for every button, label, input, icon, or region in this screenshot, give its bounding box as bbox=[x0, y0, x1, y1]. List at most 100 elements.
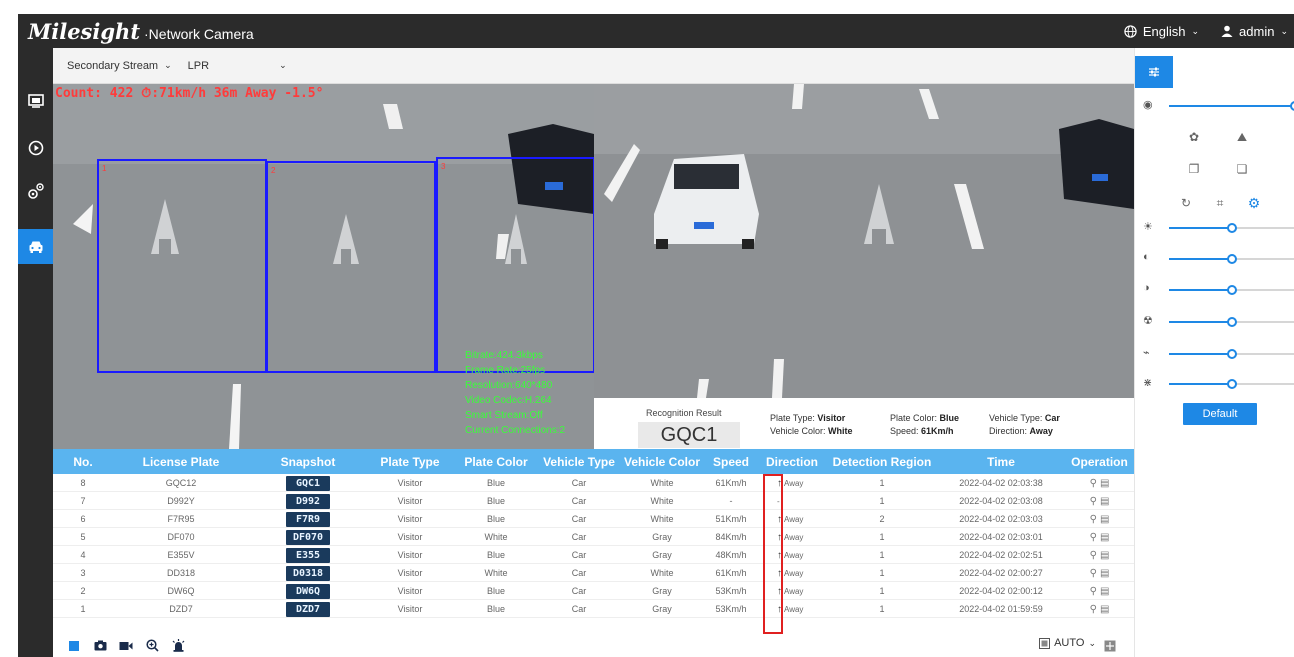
table-row[interactable]: 8 GQC12 GQC1 Visitor Blue Car White 61Km/h ↑ Away… bbox=[53, 474, 1134, 492]
col-license-plate[interactable]: License Plate bbox=[113, 449, 249, 474]
snapshot-thumbnail[interactable]: DZD7 bbox=[286, 601, 330, 617]
snapshot-thumbnail[interactable]: F7R9 bbox=[286, 511, 330, 527]
col-speed[interactable]: Speed bbox=[705, 449, 757, 474]
slider-track[interactable] bbox=[1169, 349, 1294, 359]
col-vehicle-type[interactable]: Vehicle Type bbox=[539, 449, 619, 474]
logo-product: ·Network Camera bbox=[144, 25, 254, 42]
snapshot-thumbnail[interactable]: GQC1 bbox=[286, 475, 330, 491]
col-detection-region[interactable]: Detection Region bbox=[827, 449, 937, 474]
slider-track[interactable] bbox=[1169, 285, 1294, 295]
col-plate-color[interactable]: Plate Color bbox=[453, 449, 539, 474]
slider-knob[interactable] bbox=[1227, 349, 1237, 359]
search-icon[interactable]: ⚲ bbox=[1090, 532, 1097, 543]
language-menu[interactable]: English ⌄ bbox=[1124, 24, 1199, 39]
stream-select[interactable]: Secondary Stream ⌄ bbox=[67, 60, 172, 72]
snapshot-button[interactable] bbox=[87, 640, 113, 651]
slider-knob[interactable] bbox=[1227, 317, 1237, 327]
focus-near-button[interactable]: ✿ bbox=[1183, 126, 1205, 148]
search-icon[interactable]: ⚲ bbox=[1090, 550, 1097, 561]
slider-track[interactable] bbox=[1169, 223, 1294, 233]
snapshot-video-right[interactable] bbox=[594, 84, 1134, 398]
zoom-out-button[interactable]: ❐ bbox=[1183, 158, 1205, 180]
table-row[interactable]: 3 DD318 D0318 Visitor White Car White 61Km/h ↑ Aw… bbox=[53, 564, 1134, 582]
focus-far-button[interactable]: ⛰ bbox=[1231, 126, 1253, 148]
snapshot-thumbnail[interactable]: DF070 bbox=[286, 529, 330, 545]
table-row[interactable]: 6 F7R95 F7R9 Visitor Blue Car White 51Km/h ↑ Away… bbox=[53, 510, 1134, 528]
search-icon[interactable]: ⚲ bbox=[1090, 478, 1097, 489]
info-line: Video Codec:H.264 bbox=[465, 395, 552, 406]
fit-screen-icon bbox=[1039, 637, 1051, 649]
search-icon[interactable]: ⚲ bbox=[1090, 568, 1097, 579]
snapshot-thumbnail[interactable]: D992 bbox=[286, 493, 330, 509]
saturation-slider[interactable]: ◑ bbox=[1141, 282, 1294, 298]
col-plate-type[interactable]: Plate Type bbox=[367, 449, 453, 474]
snapshot-thumbnail[interactable]: E355 bbox=[286, 547, 330, 563]
search-icon[interactable]: ⚲ bbox=[1090, 514, 1097, 525]
nav-playback[interactable] bbox=[18, 130, 53, 165]
noise-reduction-slider[interactable]: ⌁ bbox=[1141, 346, 1294, 362]
snapshot-thumbnail[interactable]: D0318 bbox=[286, 565, 330, 581]
slider-knob[interactable] bbox=[1290, 101, 1294, 111]
vtype-cell: Car bbox=[571, 496, 587, 506]
detail-icon[interactable]: ▤ bbox=[1100, 550, 1109, 561]
zoom-in-button[interactable]: ❏ bbox=[1231, 158, 1253, 180]
table-row[interactable]: 7 D992Y D992 Visitor Blue Car White - -1 2022-04-… bbox=[53, 492, 1134, 510]
fullscreen-button[interactable] bbox=[1104, 639, 1116, 652]
slider-knob[interactable] bbox=[1227, 379, 1237, 389]
window-size-select[interactable]: AUTO ⌄ bbox=[1039, 637, 1096, 649]
snapshot-thumbnail[interactable]: DW6Q bbox=[286, 583, 330, 599]
speed-value: 61Km/h bbox=[921, 426, 954, 436]
nav-live-view[interactable] bbox=[18, 83, 53, 118]
search-icon[interactable]: ⚲ bbox=[1090, 586, 1097, 597]
slider-track[interactable] bbox=[1169, 379, 1294, 389]
zoom-slider[interactable]: ◉ bbox=[1141, 98, 1294, 114]
brightness-slider[interactable]: ☀ bbox=[1141, 220, 1294, 236]
col-vehicle-color[interactable]: Vehicle Color bbox=[619, 449, 705, 474]
slider-track[interactable] bbox=[1169, 317, 1294, 327]
slider-track[interactable] bbox=[1169, 101, 1294, 111]
vcolor-cell: White bbox=[650, 514, 674, 524]
detail-icon[interactable]: ▤ bbox=[1100, 586, 1109, 597]
default-button[interactable]: Default bbox=[1183, 403, 1257, 425]
sharpness-slider[interactable]: ☢ bbox=[1141, 314, 1294, 330]
mode-select[interactable]: LPR ⌄ bbox=[188, 60, 287, 72]
slider-knob[interactable] bbox=[1227, 285, 1237, 295]
live-video-left[interactable]: Count: 422 ⏱:71km/h 36m Away -1.5° 1 2 3… bbox=[53, 84, 594, 449]
detail-icon[interactable]: ▤ bbox=[1100, 496, 1109, 507]
one-push-focus-button[interactable]: ⌗ bbox=[1209, 192, 1231, 214]
col-operation[interactable]: Operation bbox=[1065, 449, 1134, 474]
operation-cell: ⚲ ▤ bbox=[1065, 474, 1134, 492]
detail-icon[interactable]: ▤ bbox=[1100, 604, 1109, 615]
contrast-slider[interactable]: ◐ bbox=[1141, 251, 1294, 267]
detail-icon[interactable]: ▤ bbox=[1100, 568, 1109, 579]
slider-knob[interactable] bbox=[1227, 254, 1237, 264]
vehicle-type-value: Car bbox=[1044, 413, 1060, 423]
plate-color-value: Blue bbox=[939, 413, 960, 423]
auto-focus-button[interactable]: ⚙ bbox=[1243, 192, 1265, 214]
stop-button[interactable] bbox=[61, 640, 87, 651]
table-row[interactable]: 5 DF070 DF070 Visitor White Car Gray 84Km/h ↑ Awa… bbox=[53, 528, 1134, 546]
col-snapshot[interactable]: Snapshot bbox=[249, 449, 367, 474]
detail-icon[interactable]: ▤ bbox=[1100, 478, 1109, 489]
table-row[interactable]: 4 E355V E355 Visitor Blue Car Gray 48Km/h ↑ Away 1… bbox=[53, 546, 1134, 564]
nav-vehicle[interactable] bbox=[18, 229, 53, 264]
search-icon[interactable]: ⚲ bbox=[1090, 496, 1097, 507]
slider-knob[interactable] bbox=[1227, 223, 1237, 233]
refresh-button[interactable]: ↻ bbox=[1175, 192, 1197, 214]
col-direction[interactable]: Direction bbox=[757, 449, 827, 474]
search-icon[interactable]: ⚲ bbox=[1090, 604, 1097, 615]
table-row[interactable]: 1 DZD7 DZD7 Visitor Blue Car Gray 53Km/h ↑ Away 1 2… bbox=[53, 600, 1134, 618]
alarm-button[interactable] bbox=[165, 639, 191, 652]
col-no[interactable]: No. bbox=[53, 449, 113, 474]
detail-icon[interactable]: ▤ bbox=[1100, 532, 1109, 543]
slider-track[interactable] bbox=[1169, 254, 1294, 264]
user-menu[interactable]: admin ⌄ bbox=[1221, 24, 1288, 39]
table-row[interactable]: 2 DW6Q DW6Q Visitor Blue Car Gray 53Km/h ↑ Away 1 2… bbox=[53, 582, 1134, 600]
wdr-slider[interactable]: ⋇ bbox=[1141, 376, 1294, 392]
nav-settings[interactable] bbox=[18, 173, 53, 208]
digital-zoom-button[interactable] bbox=[139, 639, 165, 652]
detail-icon[interactable]: ▤ bbox=[1100, 514, 1109, 525]
record-button[interactable] bbox=[113, 641, 139, 651]
image-settings-tab[interactable] bbox=[1135, 56, 1173, 88]
col-time[interactable]: Time bbox=[937, 449, 1065, 474]
